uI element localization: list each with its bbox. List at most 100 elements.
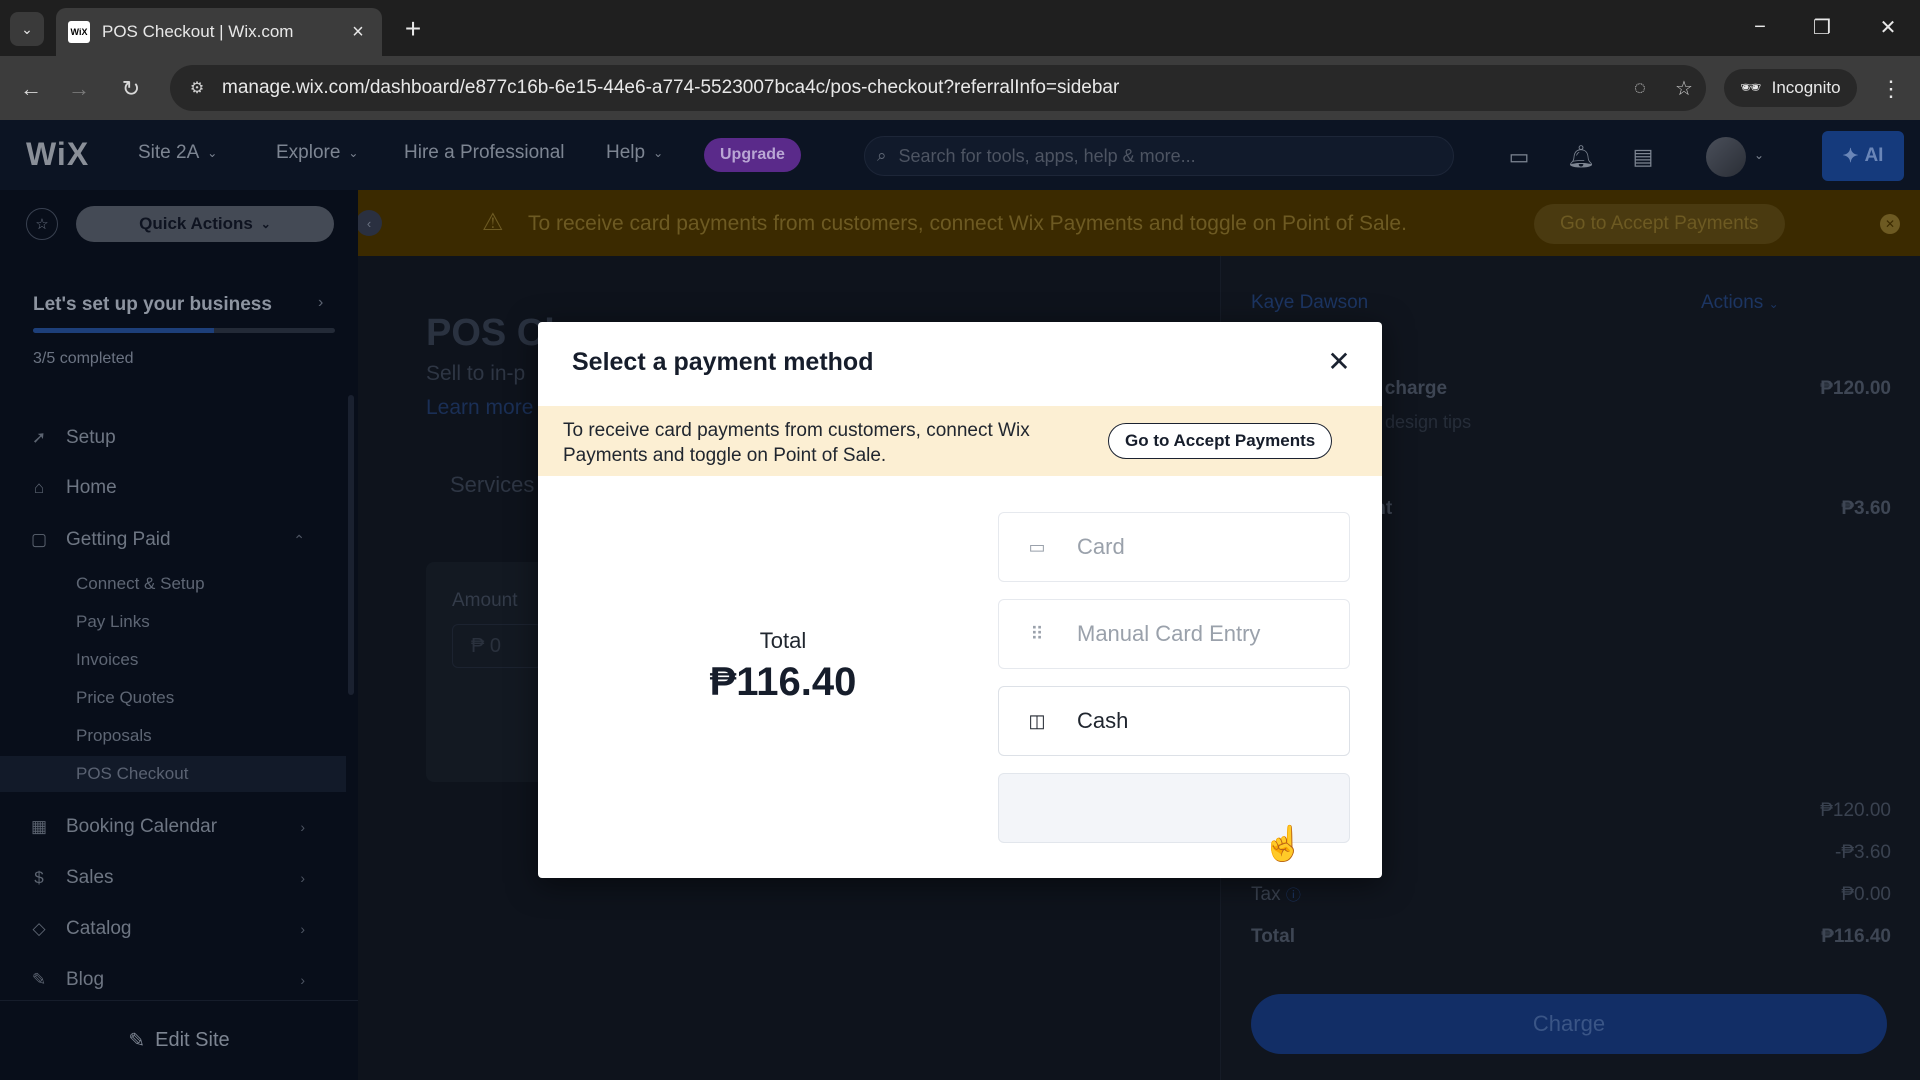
sidebar-subitem-pay-links[interactable]: Pay Links — [0, 604, 346, 640]
accept-payments-button[interactable]: Go to Accept Payments — [1108, 423, 1333, 459]
news-icon[interactable]: ▤ — [1626, 140, 1660, 174]
dashboard-search[interactable]: ⌕ — [864, 136, 1454, 176]
reload-icon[interactable]: ↻ — [114, 72, 148, 106]
chevron-right-icon: › — [300, 819, 305, 835]
tag-icon: ◇ — [32, 919, 46, 938]
close-icon[interactable]: ✕ — [1322, 344, 1356, 378]
new-tab-button[interactable]: + — [396, 12, 430, 46]
site-info-icon[interactable]: ⚙ — [182, 78, 212, 98]
restore-icon[interactable]: ❐ — [1802, 10, 1842, 44]
tax-value: ₱0.00 — [1841, 884, 1891, 905]
sidebar-item-label: Home — [66, 477, 117, 498]
incognito-label: Incognito — [1771, 78, 1841, 97]
eye-off-icon[interactable]: ◌ — [1618, 77, 1662, 100]
chevron-right-icon: › — [300, 870, 305, 886]
chat-icon[interactable]: ▭ — [1502, 140, 1536, 174]
window-close-icon[interactable]: ✕ — [1868, 10, 1908, 44]
edit-site-label: Edit Site — [155, 1029, 230, 1051]
home-icon: ⌂ — [33, 478, 45, 497]
wix-favicon-icon: WiX — [68, 21, 90, 43]
sidebar-item-home[interactable]: ⌂ Home — [0, 466, 345, 510]
sidebar-subitem-price-quotes[interactable]: Price Quotes — [0, 680, 346, 716]
tab-search-button[interactable]: ⌄ — [10, 12, 44, 46]
bookmark-star-icon[interactable]: ☆ — [1662, 76, 1706, 101]
learn-more-link[interactable]: Learn more — [426, 396, 533, 420]
bell-icon[interactable]: 🔔︎ — [1564, 140, 1598, 174]
collapse-sidebar-icon[interactable]: ‹ — [358, 210, 382, 236]
chevron-down-icon[interactable]: ⌄ — [1754, 148, 1764, 162]
setup-title[interactable]: Let's set up your business — [33, 294, 272, 316]
browser-menu-icon[interactable]: ⋮ — [1874, 72, 1908, 106]
sidebar-subitem-proposals[interactable]: Proposals — [0, 718, 346, 754]
wix-logo[interactable]: WiX — [26, 136, 89, 173]
customer-name[interactable]: Kaye Dawson — [1251, 292, 1368, 314]
payment-option-cash[interactable]: ◫ Cash — [998, 686, 1350, 756]
payment-option-manual-card-entry[interactable]: ⠿ Manual Card Entry — [998, 599, 1350, 669]
browser-tab[interactable]: WiX POS Checkout | Wix.com × — [56, 8, 382, 56]
sidebar-subitem-connect-setup[interactable]: Connect & Setup — [0, 566, 346, 602]
search-icon: ⌕ — [877, 146, 887, 165]
tab-services[interactable]: Services — [450, 472, 534, 498]
cart-item-price: ₱120.00 — [1820, 378, 1891, 399]
dialog-total-value: ₱116.40 — [709, 660, 857, 704]
pen-icon: ✎ — [31, 970, 47, 989]
payments-warning-banner: ‹ ⚠ To receive card payments from custom… — [358, 190, 1920, 256]
charge-button[interactable]: Charge — [1251, 994, 1887, 1054]
url-text[interactable]: manage.wix.com/dashboard/e877c16b-6e15-4… — [222, 77, 1618, 99]
payment-option-label: Card — [1077, 534, 1125, 559]
payment-option-label: Cash — [1077, 708, 1129, 733]
sidebar-item-catalog[interactable]: ◇ Catalog › — [0, 907, 345, 951]
total-label: Total — [1251, 926, 1295, 947]
search-input[interactable] — [898, 145, 1419, 167]
keypad-icon: ⠿ — [1030, 623, 1044, 644]
setup-progress-label: 3/5 completed — [33, 350, 134, 367]
banner-accept-payments-button[interactable]: Go to Accept Payments — [1534, 204, 1785, 244]
banner-close-icon[interactable]: ✕ — [1880, 214, 1900, 234]
minimize-icon[interactable]: − — [1740, 10, 1780, 44]
hire-professional-link[interactable]: Hire a Professional — [404, 142, 565, 164]
sidebar-item-label: Booking Calendar — [66, 816, 218, 837]
amount-input[interactable]: ₱ 0 — [452, 624, 542, 668]
credit-card-icon: ▭ — [1028, 536, 1046, 557]
star-icon[interactable]: ☆ — [26, 208, 58, 240]
ai-assistant-button[interactable]: ✦ AI — [1822, 131, 1904, 181]
payment-option-card[interactable]: ▭ Card — [998, 512, 1350, 582]
tax-row: Tax ⓘ ₱0.00 — [1251, 884, 1891, 906]
sidebar-item-blog[interactable]: ✎ Blog › — [0, 958, 345, 1002]
subtotal-value: ₱120.00 — [1820, 800, 1891, 821]
discount-line-value: -₱3.60 — [1835, 842, 1891, 863]
info-icon[interactable]: ⓘ — [1286, 887, 1301, 904]
tax-label: Tax — [1251, 884, 1281, 905]
help-menu[interactable]: Help ⌄ — [606, 142, 663, 164]
chevron-down-icon: ⌄ — [653, 146, 664, 160]
avatar[interactable] — [1706, 137, 1746, 177]
chevron-right-icon[interactable]: › — [318, 294, 323, 312]
hire-professional-label: Hire a Professional — [404, 142, 565, 163]
site-selector-label: Site 2A — [138, 142, 200, 163]
upgrade-button[interactable]: Upgrade — [704, 138, 801, 172]
incognito-badge[interactable]: 🕶 Incognito — [1724, 69, 1857, 107]
sidebar-item-setup[interactable]: ➚ Setup — [0, 416, 345, 460]
forward-icon[interactable]: → — [62, 72, 96, 106]
address-bar[interactable]: ⚙ manage.wix.com/dashboard/e877c16b-6e15… — [170, 65, 1706, 111]
sidebar-scrollbar[interactable] — [348, 395, 354, 695]
tab-close-icon[interactable]: × — [346, 21, 370, 44]
back-icon[interactable]: ← — [14, 72, 48, 106]
sidebar-item-sales[interactable]: $ Sales › — [0, 856, 345, 900]
explore-menu[interactable]: Explore ⌄ — [276, 142, 358, 164]
discount-value: ₱3.60 — [1841, 498, 1891, 519]
sidebar-item-label: Blog — [66, 969, 105, 990]
actions-menu[interactable]: Actions ⌄ — [1701, 292, 1779, 314]
sidebar-item-getting-paid[interactable]: ▢ Getting Paid ⌃ — [0, 518, 345, 562]
calendar-icon: ▦ — [30, 817, 48, 836]
browser-toolbar: ← → ↻ ⚙ manage.wix.com/dashboard/e877c16… — [0, 56, 1920, 120]
sidebar-subitem-pos-checkout[interactable]: POS Checkout — [0, 756, 346, 792]
quick-actions-button[interactable]: Quick Actions ⌄ — [76, 206, 334, 242]
sidebar-subitem-invoices[interactable]: Invoices — [0, 642, 346, 678]
chevron-down-icon: ⌄ — [260, 217, 271, 231]
edit-site-button[interactable]: ✎ Edit Site — [0, 1000, 358, 1080]
sidebar-item-booking-calendar[interactable]: ▦ Booking Calendar › — [0, 805, 345, 849]
site-selector[interactable]: Site 2A ⌄ — [138, 142, 217, 164]
sidebar-item-label: Sales — [66, 867, 114, 888]
cash-icon: ◫ — [1028, 710, 1046, 731]
